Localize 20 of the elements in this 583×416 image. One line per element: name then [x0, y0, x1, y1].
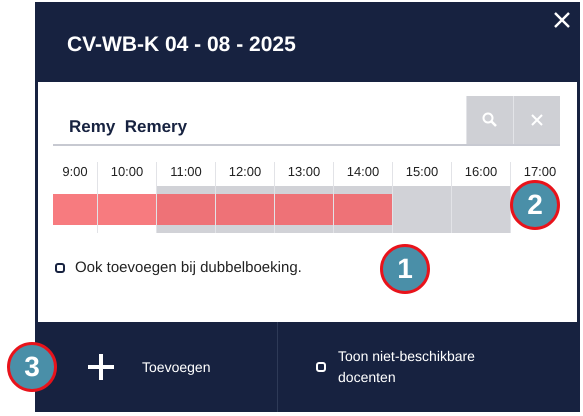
close-icon[interactable]	[552, 10, 572, 30]
hour-label: 9:00	[61, 163, 89, 181]
dialog-title: CV-WB-K 04 - 08 - 2025	[67, 33, 296, 57]
plus-icon	[86, 352, 116, 382]
hour-label: 17:00	[522, 163, 558, 181]
checkbox-label: Ook toevoegen bij dubbelboeking.	[75, 259, 302, 276]
checkbox[interactable]	[55, 262, 65, 272]
search-field[interactable]: Remy Remery	[53, 96, 466, 144]
close-icon	[529, 112, 545, 128]
hour-label: 12:00	[228, 163, 262, 181]
callout-badge: 3	[7, 342, 57, 392]
hour-label: 10:00	[110, 163, 144, 181]
hour-label: 16:00	[464, 163, 498, 181]
hour-label: 13:00	[286, 163, 322, 181]
hour-label: 15:00	[404, 163, 440, 181]
add-button[interactable]: Toevoegen	[65, 322, 278, 412]
search-icon	[481, 111, 499, 129]
checkbox-label: Toon niet-beschikbare docenten	[338, 347, 476, 387]
hour-label: 14:00	[346, 163, 380, 181]
hour-label: 11:00	[169, 163, 203, 181]
